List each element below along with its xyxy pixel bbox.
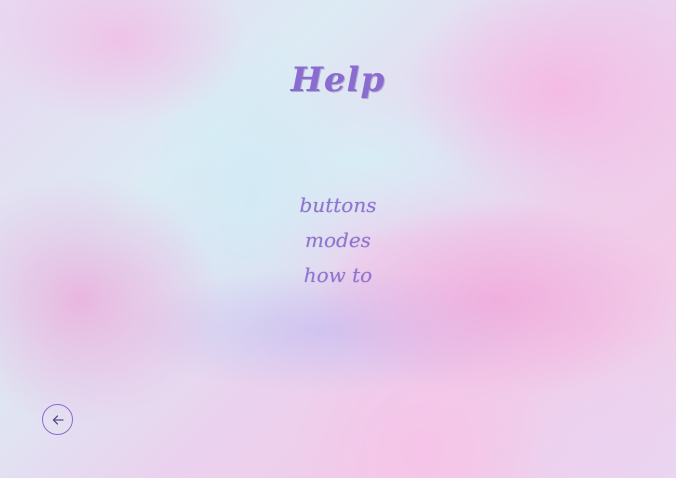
menu-item-modes[interactable]: modes bbox=[305, 225, 371, 260]
back-button[interactable] bbox=[42, 404, 73, 435]
help-menu: buttons modes how to bbox=[0, 190, 676, 295]
page-title: Help bbox=[290, 60, 386, 100]
arrow-left-icon bbox=[51, 413, 65, 427]
menu-item-how-to[interactable]: how to bbox=[304, 260, 372, 295]
menu-item-buttons[interactable]: buttons bbox=[300, 190, 377, 225]
